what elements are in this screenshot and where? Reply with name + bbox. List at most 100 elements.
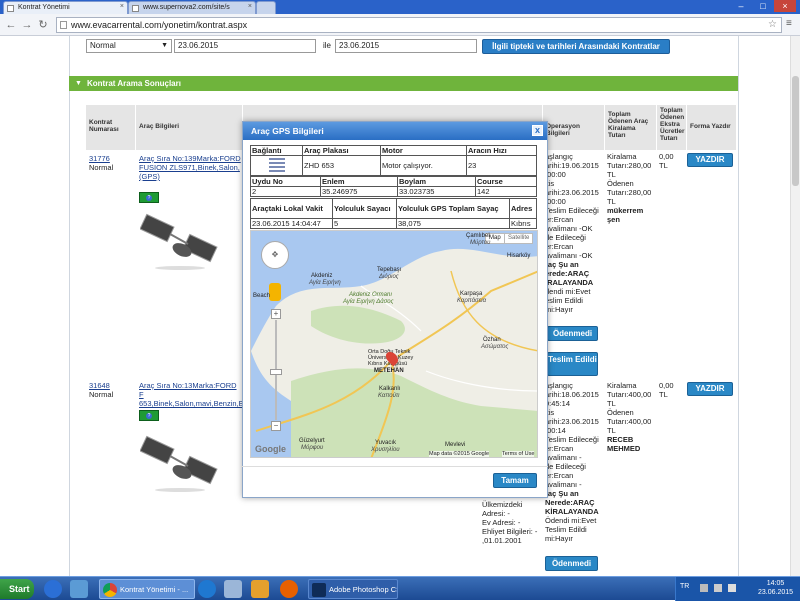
map-label: METEHAN [374,368,404,374]
total-amount-1: Kiralama Tutarı:280,00 TL Ödenen Tutarı:… [607,152,652,224]
taskbar-label: Adobe Photoshop CS... [329,585,397,594]
map-label: Αγία Ειρήνη [309,280,341,286]
language-indicator[interactable]: TR [680,583,689,590]
dialog-title: Araç GPS Bilgileri [251,126,324,136]
contract-type: Normal [89,163,114,172]
operation-info-1: aşlangıç arihi:19.06.2015 :00:00 itis ar… [545,152,599,314]
print-button[interactable]: YAZDIR [687,153,733,167]
back-arrow-icon[interactable]: ← [4,18,18,32]
bookmark-star-icon[interactable]: ☆ [768,18,777,32]
gps-map[interactable]: Map Satellite ✥ + − Çamlıbel Μύρτου Hisa… [250,230,538,458]
street-view-pegman-icon[interactable] [269,283,281,301]
close-window-icon[interactable]: × [774,0,796,12]
extra-amount-2: 0,00 TL [659,381,674,399]
url-text: www.evacarrental.com/yonetim/kontrat.asp… [71,20,248,30]
contract-number-link[interactable]: 31776 [89,154,110,163]
tab-kontrat-yonetimi[interactable]: Kontrat Yönetimi × [3,1,128,14]
paint-icon[interactable] [251,580,269,598]
page-scrollbar[interactable] [790,36,800,576]
latitude-value: 35.246975 [320,186,398,197]
network-icon[interactable] [224,580,242,598]
map-label: Διόριος [379,274,399,280]
forward-arrow-icon[interactable]: → [20,18,34,32]
explorer-folder-icon[interactable] [70,580,88,598]
browser-tab-strip: Kontrat Yönetimi × www.supernova2.com/si… [0,0,800,14]
map-label: Ασώματος [481,344,509,350]
date-from-input[interactable]: 23.06.2015 [174,39,316,53]
new-tab-button[interactable] [256,1,276,14]
close-tab-icon[interactable]: × [248,3,252,10]
zoom-slider-handle[interactable] [270,369,282,375]
col-latitude: Enlem [320,176,398,187]
tray-icon[interactable] [700,584,708,592]
header-extra-fees: Toplam Ödenen Ekstra Ücretler Tutarı [657,105,687,150]
vehicle-info-link[interactable]: Araç Sıra No:139Marka:FORD FUSION ZLS971… [139,154,243,181]
taskbar-item-chrome[interactable]: Kontrat Yönetimi - ... [99,579,195,599]
contract-number-link[interactable]: 31648 [89,381,110,390]
zoom-in-button[interactable]: + [271,309,281,319]
clock[interactable]: 14:05 23.06.2015 [758,579,793,597]
section-header[interactable]: ▼ Kontrat Arama Sonuçları [69,76,738,91]
volume-icon[interactable] [728,584,736,592]
maximize-icon[interactable]: □ [752,0,774,12]
taskbar: Start Kontrat Yönetimi - ... Adobe Photo… [0,576,800,601]
map-label: Χρυσηλίου [371,447,400,453]
paid-status-button[interactable]: Ödenmedi [545,556,598,571]
ie-icon[interactable] [198,580,216,598]
header-operation-info: Operasyon Bilgileri [543,105,605,150]
gps-info-button[interactable]: ? [139,410,159,421]
google-logo: Google [255,444,286,454]
print-button[interactable]: YAZDIR [687,382,733,396]
map-label: Güzelyurt [299,438,325,444]
satellite-icon[interactable] [140,432,220,492]
reload-icon[interactable]: ↻ [36,18,50,32]
col-trip-gps-total: Yolculuk GPS Toplam Sayaç [396,198,510,219]
tab-supernova[interactable]: www.supernova2.com/site/s × [128,1,256,14]
start-button[interactable]: Start [0,579,34,599]
col-trip-counter: Yolculuk Sayacı [332,198,397,219]
paid-status-button[interactable]: Ödenmedi [547,326,598,341]
map-label: Hisarköy [507,253,531,259]
map-pan-control[interactable]: ✥ [261,241,289,269]
zoom-out-button[interactable]: − [271,421,281,431]
chrome-icon [103,583,117,597]
satellite-icon[interactable] [140,210,220,270]
taskbar-item-photoshop[interactable]: Adobe Photoshop CS... [308,579,398,599]
minimize-icon[interactable]: – [730,0,752,12]
delivered-status-button[interactable]: Teslim Edildi [547,352,598,376]
col-address: Adres [509,198,537,219]
chevron-down-icon: ▼ [161,42,168,49]
col-course: Course [475,176,537,187]
map-type-satellite[interactable]: Satellite [504,233,534,244]
gps-info-button[interactable]: ? [139,192,159,203]
operation-info-2: aşlangıç arihi:18.06.2015 9:45:14 itis a… [545,381,599,543]
close-tab-icon[interactable]: × [120,3,124,10]
contract-type-select[interactable]: Normal ▼ [86,39,172,53]
map-label: Καπούτι [378,393,400,399]
map-label: Tepebaşı [377,267,402,273]
trip-gps-total-value: 38,075 [396,218,510,229]
close-icon[interactable]: x [532,125,543,136]
photoshop-icon [312,583,326,597]
clock-date: 23.06.2015 [758,589,794,596]
map-label: Mevlevi [445,442,466,448]
map-label: Akdeniz Ormanı [349,292,393,298]
search-contracts-button[interactable]: İlgili tipteki ve tarihleri Arasındaki K… [482,39,670,54]
clock-time: 14:05 [766,580,785,587]
menu-icon[interactable]: ≡ [786,18,796,30]
map-terms-link[interactable]: Terms of Use [502,451,535,457]
map-attribution: Map data ©2015 Google [429,451,490,457]
dialog-footer-divider [242,466,548,467]
firefox-icon[interactable] [280,580,298,598]
map-label: Καρπάσεια [457,298,487,304]
gps-table-vehicle: Bağlantı Araç Plakası Motor Aracın Hızı … [250,145,537,176]
col-plate: Araç Plakası [302,145,381,156]
vehicle-info-link[interactable]: Araç Sıra No:13Marka:FORD F 653,Binek,Sa… [139,381,243,408]
media-player-icon[interactable] [44,580,62,598]
scrollbar-thumb[interactable] [792,76,799,186]
browser-toolbar: ← → ↻ www.evacarrental.com/yonetim/kontr… [0,14,800,36]
address-bar[interactable]: www.evacarrental.com/yonetim/kontrat.asp… [56,17,782,33]
ok-button[interactable]: Tamam [493,473,537,488]
network-tray-icon[interactable] [714,584,722,592]
date-to-input[interactable]: 23.06.2015 [335,39,477,53]
